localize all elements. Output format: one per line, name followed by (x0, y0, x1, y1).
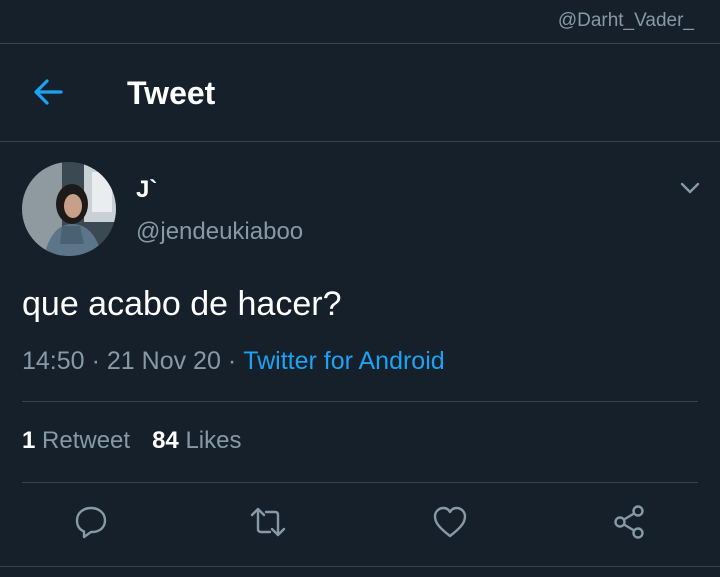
tweet-stats: 1 Retweet 84 Likes (22, 427, 241, 455)
reply-icon (75, 506, 107, 539)
like-stat[interactable]: 84 Likes (152, 427, 241, 454)
like-icon (433, 506, 467, 538)
chevron-down-icon (680, 182, 700, 194)
stats-top-divider (22, 401, 698, 402)
meta-separator: · (227, 347, 237, 375)
retweet-count: 1 (22, 427, 36, 454)
arrow-left-icon (34, 79, 63, 105)
watermark-handle: @Darht_Vader_ (557, 10, 694, 31)
tweet-time: 14:50 (22, 347, 85, 375)
page-title: Tweet (127, 75, 216, 111)
tweet-client-link[interactable]: Twitter for Android (243, 347, 444, 375)
like-label: Likes (185, 427, 242, 454)
avatar[interactable] (22, 162, 116, 256)
share-button[interactable] (611, 503, 649, 541)
tweet-meta: 14:50 · 21 Nov 20 · Twitter for Android (22, 347, 445, 376)
like-count: 84 (152, 427, 179, 454)
tweet-date: 21 Nov 20 (106, 347, 221, 375)
retweet-stat[interactable]: 1 Retweet (22, 427, 130, 454)
user-handle[interactable]: @jendeukiaboo (136, 218, 303, 246)
retweet-button[interactable] (249, 503, 287, 541)
reply-button[interactable] (72, 503, 110, 541)
back-button[interactable] (30, 76, 66, 108)
tweet-text: que acabo de hacer? (22, 285, 342, 323)
retweet-icon (250, 507, 286, 537)
bottom-divider (0, 566, 720, 567)
like-button[interactable] (431, 503, 469, 541)
avatar-photo (22, 162, 116, 256)
more-options-button[interactable] (678, 178, 702, 198)
retweet-label: Retweet (42, 427, 131, 454)
header-bar: Tweet (0, 44, 720, 142)
meta-separator: · (91, 347, 100, 375)
display-name[interactable]: J` (136, 176, 157, 204)
share-icon (614, 505, 644, 539)
stats-bottom-divider (22, 482, 698, 483)
